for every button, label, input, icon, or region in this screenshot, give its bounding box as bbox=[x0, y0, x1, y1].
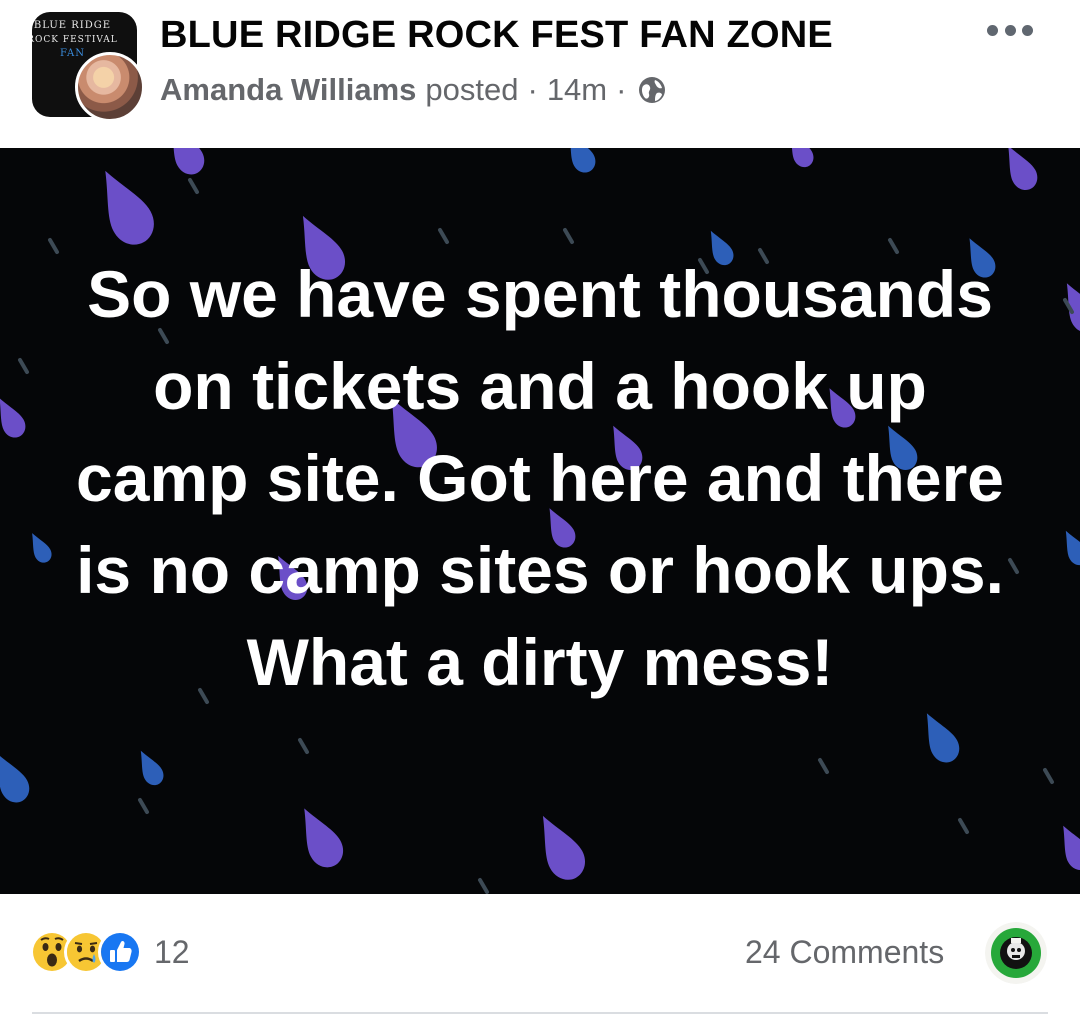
rain-streak bbox=[48, 238, 59, 254]
logo-text-line: ROCK FESTIVAL bbox=[32, 35, 118, 45]
footer-divider bbox=[32, 1012, 1048, 1014]
raindrop bbox=[140, 750, 164, 786]
author-avatar[interactable] bbox=[75, 52, 145, 122]
rain-streak bbox=[818, 758, 829, 774]
globe-icon[interactable] bbox=[637, 75, 667, 105]
rain-streak bbox=[438, 228, 449, 244]
raindrop bbox=[1063, 825, 1080, 870]
post-meta: Amanda Williams posted · 14m · bbox=[160, 72, 667, 108]
raindrop bbox=[569, 148, 596, 173]
rain-streak bbox=[563, 228, 574, 244]
raindrop bbox=[926, 713, 960, 763]
raindrop bbox=[0, 398, 26, 438]
logo-text-line: BLUE RIDGE bbox=[33, 20, 112, 31]
like-icon bbox=[98, 930, 142, 974]
rain-streak bbox=[478, 878, 489, 894]
raindrop bbox=[105, 170, 154, 245]
comments-count-link[interactable]: 24 Comments bbox=[745, 934, 944, 971]
raindrop bbox=[171, 148, 205, 175]
rain-streak bbox=[138, 798, 149, 814]
post-time-link[interactable]: 14m bbox=[547, 72, 607, 108]
post-image[interactable]: So we have spent thousands on tickets an… bbox=[0, 148, 1080, 894]
reaction-count: 12 bbox=[154, 933, 190, 970]
more-options-icon[interactable] bbox=[987, 22, 1033, 38]
post-footer: 12 24 Comments bbox=[0, 894, 1080, 1020]
raindrop bbox=[32, 533, 52, 563]
rain-streak bbox=[18, 358, 29, 374]
raindrop bbox=[1065, 530, 1080, 566]
group-name-link[interactable]: BLUE RIDGE ROCK FEST FAN ZONE bbox=[160, 14, 833, 57]
author-name-link[interactable]: Amanda Williams bbox=[160, 72, 416, 108]
rain-streak bbox=[958, 818, 969, 834]
raindrop bbox=[790, 148, 814, 168]
meta-separator: · bbox=[527, 72, 538, 107]
reactions-summary[interactable]: 12 bbox=[30, 930, 190, 974]
rain-streak bbox=[1043, 768, 1054, 784]
post-text: So we have spent thousands on tickets an… bbox=[76, 257, 1004, 699]
rain-streak bbox=[188, 178, 199, 194]
raindrop bbox=[0, 753, 30, 803]
meta-separator: · bbox=[616, 72, 627, 107]
raindrop bbox=[1008, 148, 1038, 190]
rain-streak bbox=[298, 738, 309, 754]
raindrop bbox=[304, 808, 344, 868]
raindrop bbox=[542, 815, 585, 880]
post-action-text: posted bbox=[425, 72, 519, 107]
post-header: BLUE RIDGE ROCK FESTIVAL FAN BLUE RIDGE … bbox=[0, 0, 1080, 148]
commenter-avatar[interactable] bbox=[985, 922, 1047, 984]
